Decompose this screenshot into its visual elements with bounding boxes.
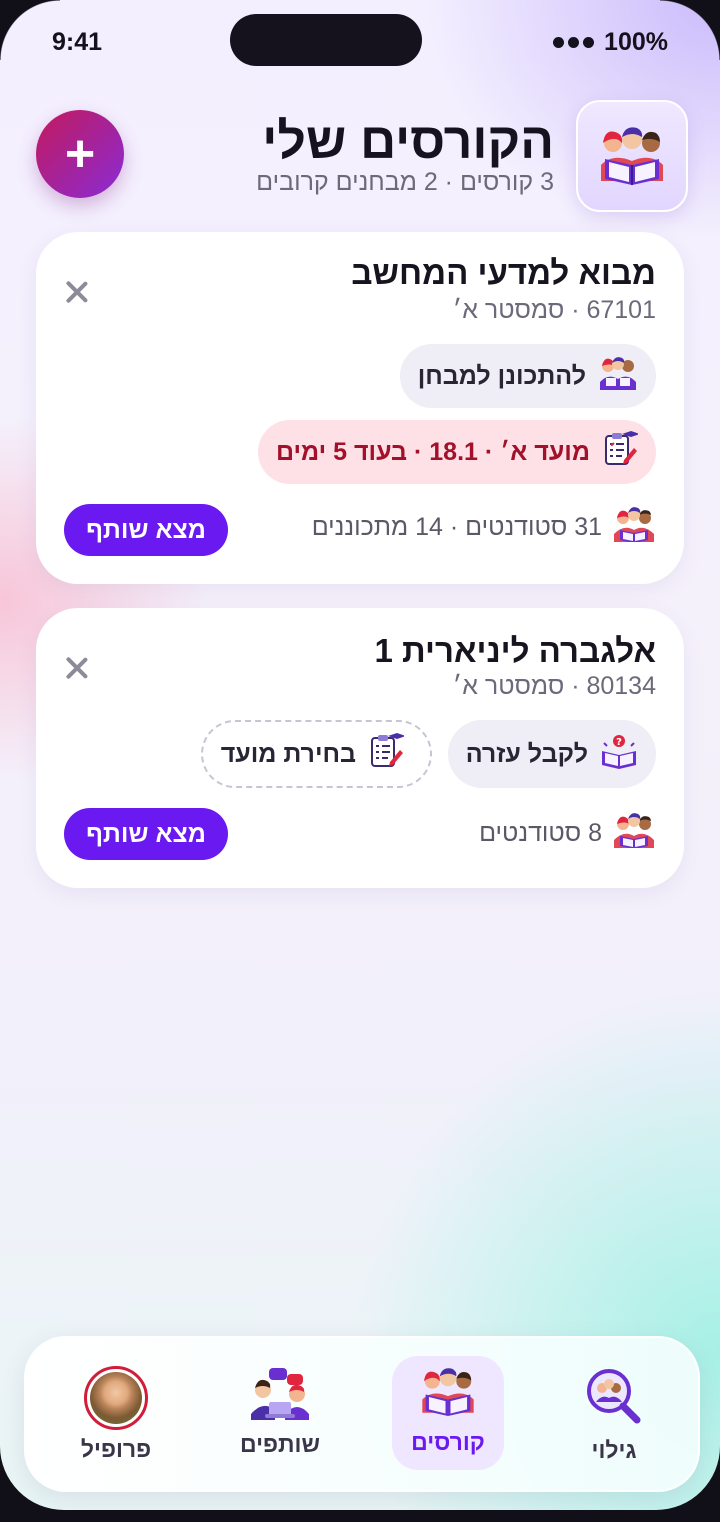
phone-frame: 9:41 100% + הקורסים שלי 3 קורסים · 2 מבח… bbox=[0, 0, 720, 1522]
tab-label: פרופיל bbox=[80, 1436, 152, 1462]
courses-reading-icon bbox=[419, 1366, 477, 1423]
students-group-icon bbox=[612, 812, 656, 855]
status-time: 9:41 bbox=[52, 28, 103, 56]
tab-label: שותפים bbox=[239, 1431, 320, 1457]
tab-partners[interactable]: שותפים bbox=[224, 1356, 336, 1470]
tab-label: קורסים bbox=[411, 1429, 485, 1455]
signal-icon bbox=[553, 37, 595, 48]
prepare-exam-label: להתכונן למבחן bbox=[417, 361, 586, 390]
bottom-tab-bar: גילוי קורסים שותפים פרופיל bbox=[24, 1336, 700, 1492]
exam-checklist-icon bbox=[368, 732, 406, 777]
screen-corner bbox=[660, 0, 720, 60]
students-group-icon bbox=[612, 506, 656, 549]
tab-discover[interactable]: גילוי bbox=[558, 1356, 670, 1470]
close-icon[interactable] bbox=[64, 280, 88, 304]
get-help-button[interactable]: ? לקבל עזרה bbox=[447, 720, 656, 788]
battery-percent: 100% bbox=[604, 28, 668, 56]
page-title: הקורסים שלי bbox=[262, 113, 554, 169]
dynamic-island bbox=[230, 14, 422, 66]
course-meta: 31 סטודנטים · 14 מתכוננים bbox=[312, 506, 656, 549]
choose-date-label: בחירת מועד bbox=[220, 739, 356, 768]
profile-avatar-icon bbox=[84, 1366, 148, 1430]
exam-checklist-icon bbox=[602, 430, 640, 475]
discover-magnifier-icon bbox=[584, 1366, 644, 1431]
study-group-icon bbox=[598, 356, 638, 397]
device-bottom-bezel bbox=[0, 1510, 720, 1522]
course-subtitle: 67101 · סמסטר א׳ bbox=[452, 296, 656, 324]
choose-date-button[interactable]: בחירת מועד bbox=[200, 720, 432, 788]
exam-date-label: מועד א׳ · 18.1 · בעוד 5 ימים bbox=[275, 437, 590, 466]
screen-corner bbox=[0, 0, 60, 60]
course-card[interactable]: מבוא למדעי המחשב 67101 · סמסטר א׳ להתכונ… bbox=[36, 232, 684, 584]
tab-label: גילוי bbox=[591, 1437, 637, 1463]
course-meta-text: 8 סטודנטים bbox=[479, 819, 602, 847]
find-partner-button[interactable]: מצא שותף bbox=[64, 504, 228, 556]
add-course-button[interactable]: + bbox=[36, 110, 124, 198]
find-partner-button[interactable]: מצא שותף bbox=[64, 808, 228, 860]
course-card[interactable]: אלגברה ליניארית 1 80134 · סמסטר א׳ ? לקב… bbox=[36, 608, 684, 888]
course-title: אלגברה ליניארית 1 bbox=[374, 632, 656, 669]
status-right: 100% bbox=[553, 28, 668, 57]
app-screen: 9:41 100% + הקורסים שלי 3 קורסים · 2 מבח… bbox=[0, 0, 720, 1510]
svg-text:?: ? bbox=[616, 737, 622, 748]
course-title: מבוא למדעי המחשב bbox=[351, 254, 656, 291]
tab-profile[interactable]: פרופיל bbox=[60, 1356, 172, 1470]
exam-date-button[interactable]: מועד א׳ · 18.1 · בעוד 5 ימים bbox=[257, 420, 656, 484]
close-icon[interactable] bbox=[64, 656, 88, 680]
courses-reading-icon bbox=[576, 100, 688, 212]
avatar bbox=[90, 1372, 142, 1424]
get-help-label: לקבל עזרה bbox=[465, 739, 588, 768]
course-meta: 8 סטודנטים bbox=[479, 812, 656, 855]
course-meta-text: 31 סטודנטים · 14 מתכוננים bbox=[311, 513, 602, 541]
page-subtitle: 3 קורסים · 2 מבחנים קרובים bbox=[256, 168, 554, 196]
course-subtitle: 80134 · סמסטר א׳ bbox=[452, 672, 656, 700]
prepare-exam-button[interactable]: להתכונן למבחן bbox=[399, 344, 656, 408]
tab-courses[interactable]: קורסים bbox=[392, 1356, 504, 1470]
partners-chat-icon bbox=[249, 1366, 311, 1425]
help-book-icon: ? bbox=[600, 730, 638, 776]
